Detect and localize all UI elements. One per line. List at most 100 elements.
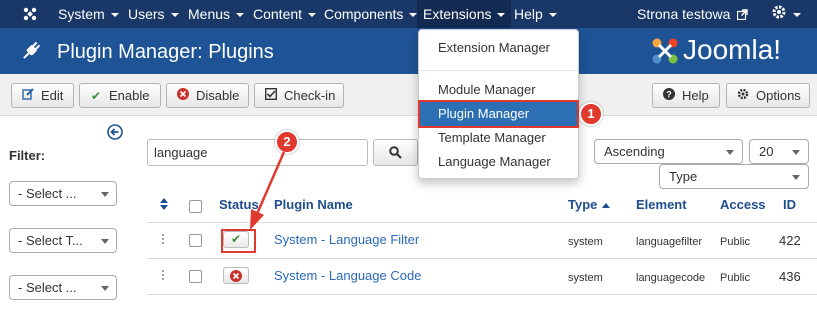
- row-checkbox[interactable]: [189, 270, 202, 283]
- drag-handle-icon[interactable]: [161, 233, 165, 245]
- check-icon: ✔: [90, 89, 102, 103]
- search-button[interactable]: [373, 139, 418, 166]
- chevron-down-icon: [726, 150, 734, 155]
- menu-content[interactable]: Content: [253, 0, 317, 28]
- menu-help-label: Help: [514, 6, 543, 22]
- external-link-icon: [737, 1, 748, 29]
- filter-select-1[interactable]: - Select ...: [9, 181, 117, 206]
- menu-system-label: System: [58, 6, 105, 22]
- drag-handle-icon[interactable]: [161, 269, 165, 281]
- menu-item-extension-manager[interactable]: Extension Manager: [419, 36, 578, 60]
- filter-select-3-value: - Select ...: [18, 280, 77, 295]
- enable-button[interactable]: ✔ Enable: [79, 83, 161, 108]
- page-header: Plugin Manager: Plugins Joomla!: [0, 28, 817, 74]
- column-header-element[interactable]: Element: [636, 197, 687, 212]
- filter-select-type-value: - Select T...: [18, 233, 83, 248]
- annotation-badge-1: 1: [579, 102, 603, 126]
- site-link-label: Strona testowa: [637, 6, 731, 22]
- chevron-down-icon: [101, 192, 109, 197]
- svg-text:?: ?: [666, 90, 672, 100]
- menu-users[interactable]: Users: [128, 0, 179, 28]
- plugin-access: Public: [720, 236, 750, 248]
- column-header-id[interactable]: ID: [783, 197, 796, 212]
- checkin-button-label: Check-in: [284, 88, 336, 103]
- plugin-id: 422: [779, 233, 801, 248]
- menu-extensions[interactable]: Extensions: [417, 0, 512, 28]
- search-icon: [389, 146, 402, 162]
- disable-circle-x-icon: [175, 85, 191, 108]
- enable-button-label: Enable: [109, 88, 150, 103]
- plugin-name-link[interactable]: System - Language Code: [274, 268, 421, 283]
- help-button-label: Help: [682, 88, 709, 103]
- row-divider: [147, 294, 817, 295]
- select-all-checkbox[interactable]: [189, 200, 202, 213]
- caret-down-icon: [236, 13, 245, 18]
- question-circle-icon: ?: [661, 85, 677, 108]
- menu-system[interactable]: System: [58, 0, 119, 28]
- menu-item-module-manager[interactable]: Module Manager: [419, 78, 578, 102]
- top-navbar: System Users Menus Content Components Ex…: [0, 0, 817, 28]
- annotation-arrow: [250, 151, 286, 230]
- caret-down-icon: [170, 13, 179, 18]
- menu-menus[interactable]: Menus: [188, 0, 245, 28]
- menu-item-language-manager[interactable]: Language Manager: [419, 150, 578, 174]
- gear-icon: [771, 1, 787, 29]
- options-button-label: Options: [756, 88, 801, 103]
- list-limit-value: 20: [759, 144, 774, 159]
- plugin-access: Public: [720, 272, 750, 284]
- disable-button-label: Disable: [196, 88, 240, 103]
- list-limit-select[interactable]: 20: [749, 139, 809, 164]
- caret-down-icon: [497, 13, 506, 18]
- page-title: Plugin Manager: Plugins: [57, 41, 274, 63]
- disable-button[interactable]: Disable: [166, 83, 249, 108]
- edit-icon: [20, 85, 36, 108]
- menu-extensions-label: Extensions: [423, 6, 492, 22]
- chevron-down-icon: [101, 286, 109, 291]
- plugin-element: languagefilter: [636, 236, 703, 248]
- column-header-type[interactable]: Type: [568, 197, 611, 212]
- ordering-sort-icon[interactable]: [160, 198, 168, 213]
- chevron-down-icon: [101, 239, 109, 244]
- chevron-down-icon: [792, 150, 800, 155]
- filter-select-1-value: - Select ...: [18, 186, 77, 201]
- sort-ascending-icon: [602, 203, 611, 209]
- menu-components[interactable]: Components: [324, 0, 418, 28]
- help-button[interactable]: ? Help: [652, 83, 720, 108]
- menu-components-label: Components: [324, 6, 404, 22]
- joomla-menu-icon[interactable]: [22, 6, 38, 22]
- caret-down-icon: [308, 13, 317, 18]
- sort-field-select[interactable]: Type: [659, 164, 809, 189]
- plugin-manager-highlight-box: [418, 100, 579, 128]
- column-header-type-label: Type: [568, 197, 598, 212]
- plugin-type: system: [568, 272, 603, 284]
- site-link[interactable]: Strona testowa: [637, 0, 748, 28]
- plug-icon: [20, 40, 42, 65]
- options-button[interactable]: Options: [726, 83, 810, 108]
- filter-select-type[interactable]: - Select T...: [9, 228, 117, 253]
- column-header-access[interactable]: Access: [720, 197, 766, 212]
- menu-item-template-manager[interactable]: Template Manager: [419, 126, 578, 150]
- toolbar: Edit ✔ Enable Disable Check-in ? Help Opti…: [0, 74, 817, 116]
- edit-button[interactable]: Edit: [11, 83, 74, 108]
- edit-button-label: Edit: [41, 88, 64, 103]
- checkin-button[interactable]: Check-in: [254, 83, 344, 108]
- plugin-id: 436: [779, 269, 801, 284]
- filter-select-3[interactable]: - Select ...: [9, 275, 117, 300]
- sort-direction-value: Ascending: [604, 144, 665, 159]
- joomla-logo-icon: [650, 36, 680, 69]
- menu-users-label: Users: [128, 6, 165, 22]
- menu-menus-label: Menus: [188, 6, 231, 22]
- sort-direction-select[interactable]: Ascending: [594, 139, 743, 164]
- status-disabled-button[interactable]: [223, 267, 249, 284]
- checkin-checkbox-icon: [263, 85, 279, 108]
- menu-help[interactable]: Help: [514, 0, 557, 28]
- table-row: System - Language Code system languageco…: [147, 259, 817, 294]
- menu-content-label: Content: [253, 6, 303, 22]
- disabled-circle-x-icon: [230, 270, 242, 285]
- menu-divider: [419, 70, 578, 71]
- plugin-name-link[interactable]: System - Language Filter: [274, 232, 419, 247]
- collapse-sidebar-icon[interactable]: [107, 124, 123, 143]
- row-checkbox[interactable]: [189, 234, 202, 247]
- user-settings-menu[interactable]: [771, 0, 801, 28]
- joomla-logo: Joomla!: [650, 34, 800, 68]
